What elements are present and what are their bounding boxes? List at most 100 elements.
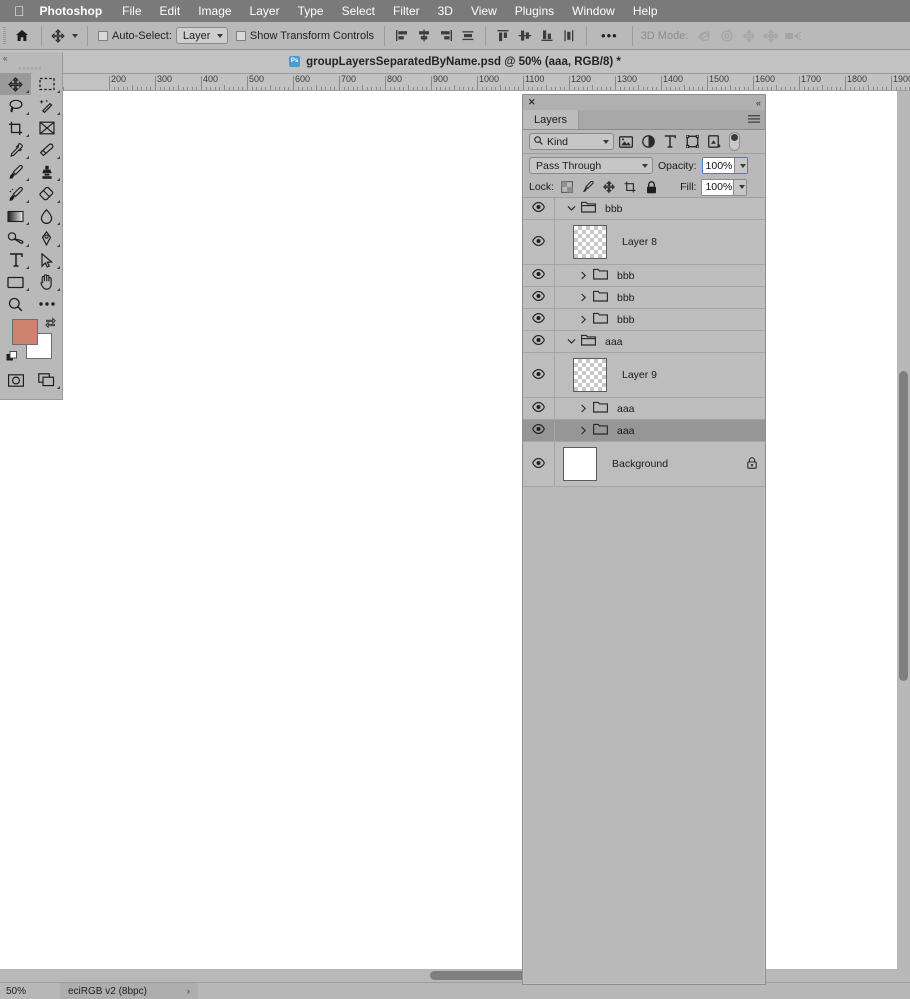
tool-history-brush[interactable] xyxy=(0,183,31,205)
distribute-horizontally-icon[interactable] xyxy=(457,24,479,48)
layer-visibility-toggle[interactable] xyxy=(523,398,555,419)
layer-row[interactable]: bbb xyxy=(523,198,765,220)
auto-select-option[interactable]: Auto-Select: Layer xyxy=(94,22,232,50)
fill-value[interactable]: 100% xyxy=(702,179,734,195)
default-colors-icon[interactable] xyxy=(6,351,19,367)
chevron-right-icon[interactable] xyxy=(578,315,588,324)
layer-row[interactable]: aaa xyxy=(523,398,765,420)
tool-dodge[interactable] xyxy=(0,227,31,249)
collapse-panel-icon[interactable]: « xyxy=(3,54,8,63)
lock-transparent-pixels-icon[interactable] xyxy=(559,179,575,195)
menu-item-photoshop[interactable]: Photoshop xyxy=(38,0,114,22)
layer-visibility-toggle[interactable] xyxy=(523,220,555,264)
screen-mode-icon[interactable] xyxy=(31,369,62,391)
chevron-down-icon[interactable] xyxy=(72,33,78,38)
canvas-vertical-scrollbar[interactable] xyxy=(897,91,910,979)
align-vertical-centers-icon[interactable] xyxy=(514,24,536,48)
layer-visibility-toggle[interactable] xyxy=(523,442,555,486)
show-transform-checkbox[interactable] xyxy=(235,30,246,41)
distribute-vertically-icon[interactable] xyxy=(558,24,580,48)
tool-blur[interactable] xyxy=(31,205,62,227)
layer-name[interactable]: Layer 8 xyxy=(622,236,657,248)
tool-hand[interactable] xyxy=(31,271,62,293)
menu-item-help[interactable]: Help xyxy=(624,0,667,22)
align-left-edges-icon[interactable] xyxy=(391,24,413,48)
align-top-edges-icon[interactable] xyxy=(492,24,514,48)
layer-row[interactable]: Layer 8 xyxy=(523,220,765,265)
layer-visibility-toggle[interactable] xyxy=(523,420,555,441)
layer-name[interactable]: bbb xyxy=(617,292,635,304)
horizontal-scrollbar-thumb[interactable] xyxy=(430,971,535,980)
layer-row[interactable]: Background xyxy=(523,442,765,487)
chevron-right-icon[interactable] xyxy=(578,426,588,435)
tool-clone-stamp[interactable] xyxy=(31,161,62,183)
options-bar-grip[interactable] xyxy=(0,22,9,50)
tool-pen[interactable] xyxy=(31,227,62,249)
layer-visibility-toggle[interactable] xyxy=(523,331,555,352)
lock-artboard-nesting-icon[interactable] xyxy=(622,179,638,195)
menu-item-file[interactable]: File xyxy=(113,0,150,22)
tool-zoom[interactable] xyxy=(0,293,31,315)
layer-visibility-toggle[interactable] xyxy=(523,265,555,286)
menu-item-layer[interactable]: Layer xyxy=(241,0,289,22)
layer-visibility-toggle[interactable] xyxy=(523,309,555,330)
home-icon[interactable] xyxy=(9,29,35,42)
smart-object-filter-icon[interactable] xyxy=(704,132,724,152)
layer-visibility-toggle[interactable] xyxy=(523,198,555,219)
blend-mode-dropdown[interactable]: Pass Through xyxy=(529,157,653,174)
lock-position-icon[interactable] xyxy=(601,179,617,195)
tool-object-selection[interactable] xyxy=(31,95,62,117)
tool-eyedropper[interactable] xyxy=(0,139,31,161)
chevron-down-icon[interactable] xyxy=(566,205,576,212)
menu-item-view[interactable]: View xyxy=(462,0,506,22)
chevron-right-icon[interactable]: › xyxy=(187,986,190,996)
camera-3d-icon[interactable] xyxy=(782,24,804,48)
menu-item-select[interactable]: Select xyxy=(333,0,384,22)
layer-row[interactable]: aaa xyxy=(523,331,765,353)
layer-name[interactable]: aaa xyxy=(605,336,623,348)
tool-lasso[interactable] xyxy=(0,95,31,117)
orbit-3d-icon[interactable] xyxy=(694,24,716,48)
menu-item-plugins[interactable]: Plugins xyxy=(506,0,563,22)
lock-all-icon[interactable] xyxy=(643,179,659,195)
chevron-right-icon[interactable] xyxy=(578,293,588,302)
tool-brush[interactable] xyxy=(0,161,31,183)
menu-item-3d[interactable]: 3D xyxy=(429,0,462,22)
layer-thumbnail[interactable] xyxy=(573,225,607,259)
menu-item-filter[interactable]: Filter xyxy=(384,0,429,22)
zoom-level[interactable]: 50% xyxy=(0,986,60,997)
tool-spot-healing-brush[interactable] xyxy=(31,139,62,161)
tool-frame[interactable] xyxy=(31,117,62,139)
more-align-options-icon[interactable]: ••• xyxy=(593,29,626,42)
swap-colors-icon[interactable] xyxy=(45,317,56,331)
tool-rectangle[interactable] xyxy=(0,271,31,293)
show-transform-controls-option[interactable]: Show Transform Controls xyxy=(232,22,378,50)
pan-3d-icon[interactable] xyxy=(738,24,760,48)
tool-eraser[interactable] xyxy=(31,183,62,205)
tool-path-selection[interactable] xyxy=(31,249,62,271)
layer-row[interactable]: bbb xyxy=(523,265,765,287)
lock-image-pixels-icon[interactable] xyxy=(580,179,596,195)
chevron-down-icon[interactable] xyxy=(566,338,576,345)
layer-thumbnail[interactable] xyxy=(573,358,607,392)
fill-field[interactable]: 100% xyxy=(701,178,748,196)
color-profile-status[interactable]: eciRGB v2 (8bpc) › xyxy=(60,982,198,999)
auto-select-target-dropdown[interactable]: Layer xyxy=(175,27,228,44)
tool-rectangular-marquee[interactable] xyxy=(31,73,62,95)
layer-name[interactable]: Background xyxy=(612,458,668,470)
vertical-scrollbar-thumb[interactable] xyxy=(899,371,908,681)
tool-edit-toolbar[interactable] xyxy=(31,293,62,315)
type-layer-filter-icon[interactable] xyxy=(660,132,680,152)
canvas-horizontal-scrollbar[interactable] xyxy=(0,969,910,982)
horizontal-ruler[interactable]: 200 300 400 500 600 700 800 900 1000 1100 1200 1300… xyxy=(0,74,910,91)
tool-type[interactable] xyxy=(0,249,31,271)
layer-visibility-toggle[interactable] xyxy=(523,287,555,308)
opacity-stepper[interactable] xyxy=(733,158,747,173)
menu-item-image[interactable]: Image xyxy=(189,0,240,22)
close-icon[interactable]: ✕ xyxy=(528,97,536,108)
document-canvas[interactable] xyxy=(0,91,910,979)
collapse-to-icons-icon[interactable]: « xyxy=(756,98,761,108)
layer-name[interactable]: bbb xyxy=(605,203,623,215)
align-horizontal-centers-icon[interactable] xyxy=(413,24,435,48)
tool-gradient[interactable] xyxy=(0,205,31,227)
